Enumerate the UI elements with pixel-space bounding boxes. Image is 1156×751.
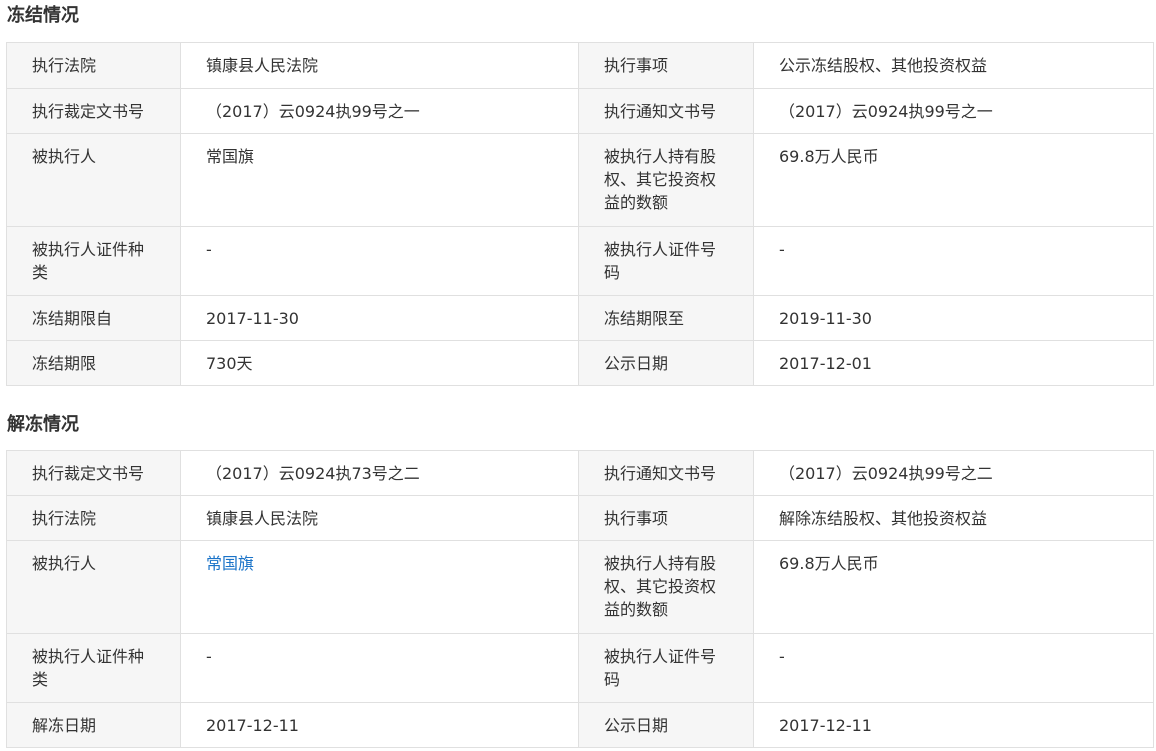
field-label: 公示日期 xyxy=(578,340,754,386)
field-label: 执行通知文书号 xyxy=(578,450,754,496)
field-value: （2017）云0924执73号之二 xyxy=(180,450,579,496)
field-value: 解除冻结股权、其他投资权益 xyxy=(753,495,1154,541)
field-value: - xyxy=(180,633,579,703)
field-value: （2017）云0924执99号之一 xyxy=(753,88,1154,134)
field-label: 解冻日期 xyxy=(6,702,181,748)
unfreeze-table-row: 执行裁定文书号 （2017）云0924执73号之二 执行通知文书号 （2017）云09… xyxy=(6,450,1154,496)
field-label: 被执行人证件号码 xyxy=(578,226,754,296)
field-label: 执行裁定文书号 xyxy=(6,450,181,496)
field-value: 常国旗 xyxy=(180,540,579,634)
field-label: 被执行人持有股权、其它投资权益的数额 xyxy=(578,133,754,227)
field-value: 2017-11-30 xyxy=(180,295,579,341)
field-value: - xyxy=(180,226,579,296)
unfreeze-table-row: 执行法院 镇康县人民法院 执行事项 解除冻结股权、其他投资权益 xyxy=(6,495,1154,541)
field-label: 执行法院 xyxy=(6,42,181,89)
field-value: 公示冻结股权、其他投资权益 xyxy=(753,42,1154,89)
freeze-table-row: 执行法院 镇康县人民法院 执行事项 公示冻结股权、其他投资权益 xyxy=(6,42,1154,89)
field-label: 被执行人 xyxy=(6,540,181,634)
freeze-table-row: 冻结期限自 2017-11-30 冻结期限至 2019-11-30 xyxy=(6,295,1154,341)
field-value: 2017-12-01 xyxy=(753,340,1154,386)
field-label: 执行裁定文书号 xyxy=(6,88,181,134)
unfreeze-section-title: 解冻情况 xyxy=(7,414,79,435)
field-label: 冻结期限 xyxy=(6,340,181,386)
field-label: 被执行人证件种类 xyxy=(6,633,181,703)
field-label: 被执行人 xyxy=(6,133,181,227)
field-value: 镇康县人民法院 xyxy=(180,495,579,541)
field-value: 2017-12-11 xyxy=(753,702,1154,748)
field-value: （2017）云0924执99号之二 xyxy=(753,450,1154,496)
field-value: - xyxy=(753,226,1154,296)
unfreeze-table-body: 执行裁定文书号 （2017）云0924执73号之二 执行通知文书号 （2017）云09… xyxy=(6,450,1154,748)
field-value: （2017）云0924执99号之一 xyxy=(180,88,579,134)
freeze-section-title: 冻结情况 xyxy=(7,5,79,26)
field-label: 执行通知文书号 xyxy=(578,88,754,134)
field-value: - xyxy=(753,633,1154,703)
field-value: 镇康县人民法院 xyxy=(180,42,579,89)
unfreeze-table-row: 解冻日期 2017-12-11 公示日期 2017-12-11 xyxy=(6,702,1154,748)
freeze-table-row: 被执行人证件种类 - 被执行人证件号码 - xyxy=(6,226,1154,296)
unfreeze-table-row: 被执行人 常国旗 被执行人持有股权、其它投资权益的数额 69.8万人民币 xyxy=(6,540,1154,634)
field-value: 69.8万人民币 xyxy=(753,133,1154,227)
freeze-table-body: 执行法院 镇康县人民法院 执行事项 公示冻结股权、其他投资权益 执行裁定文书号 （2017… xyxy=(6,42,1154,386)
freeze-table-row: 冻结期限 730天 公示日期 2017-12-01 xyxy=(6,340,1154,386)
field-label: 执行事项 xyxy=(578,495,754,541)
field-label: 公示日期 xyxy=(578,702,754,748)
field-label: 冻结期限至 xyxy=(578,295,754,341)
field-value: 2019-11-30 xyxy=(753,295,1154,341)
field-value: 730天 xyxy=(180,340,579,386)
freeze-table-row: 被执行人 常国旗 被执行人持有股权、其它投资权益的数额 69.8万人民币 xyxy=(6,133,1154,227)
freeze-table-row: 执行裁定文书号 （2017）云0924执99号之一 执行通知文书号 （2017）云09… xyxy=(6,88,1154,134)
unfreeze-info-table: 执行裁定文书号 （2017）云0924执73号之二 执行通知文书号 （2017）云09… xyxy=(6,450,1154,748)
field-label: 被执行人证件种类 xyxy=(6,226,181,296)
freeze-info-table: 执行法院 镇康县人民法院 执行事项 公示冻结股权、其他投资权益 执行裁定文书号 （2017… xyxy=(6,42,1154,386)
field-value: 常国旗 xyxy=(180,133,579,227)
field-value: 2017-12-11 xyxy=(180,702,579,748)
field-label: 被执行人持有股权、其它投资权益的数额 xyxy=(578,540,754,634)
field-label: 执行法院 xyxy=(6,495,181,541)
person-name-link[interactable]: 常国旗 xyxy=(206,554,254,573)
field-label: 执行事项 xyxy=(578,42,754,89)
field-value: 69.8万人民币 xyxy=(753,540,1154,634)
unfreeze-table-row: 被执行人证件种类 - 被执行人证件号码 - xyxy=(6,633,1154,703)
field-label: 冻结期限自 xyxy=(6,295,181,341)
field-label: 被执行人证件号码 xyxy=(578,633,754,703)
